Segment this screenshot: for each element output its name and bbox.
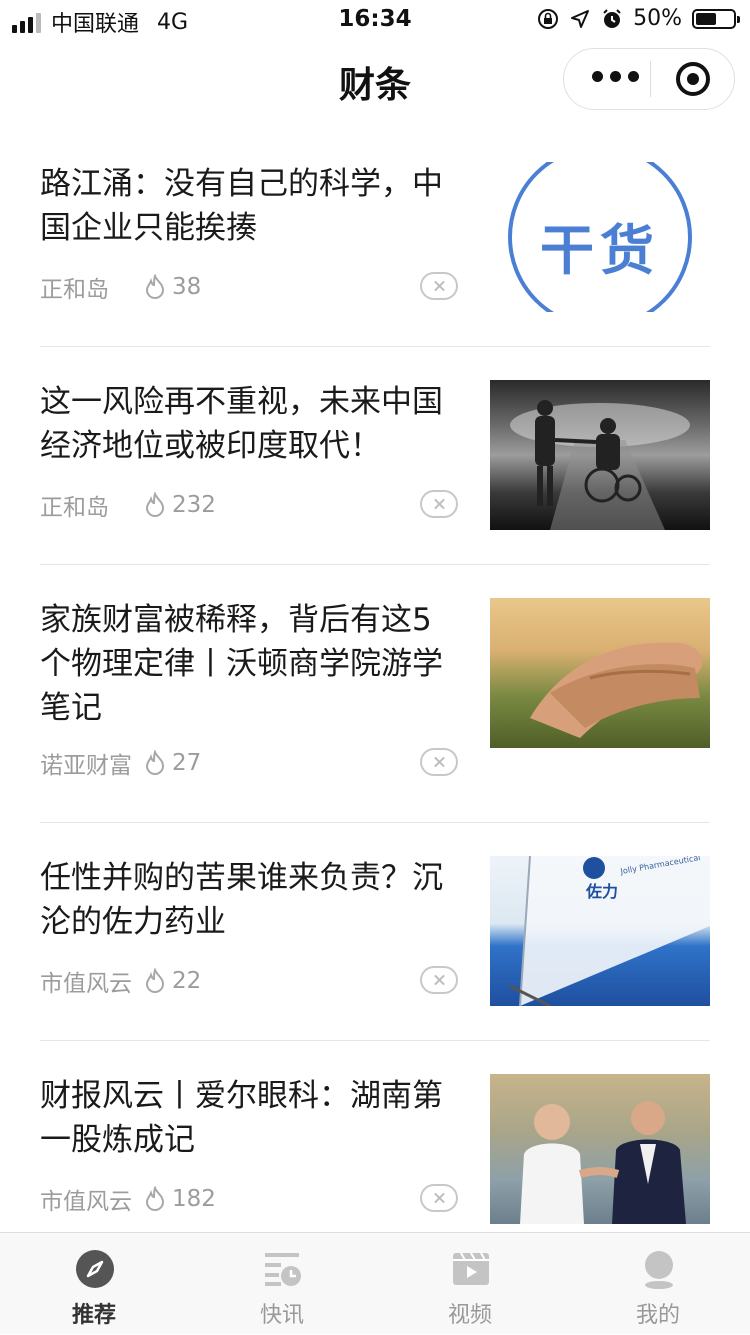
status-right: 50% [537,6,740,31]
article-card[interactable]: 任性并购的苦果谁来负责？沉沦的佐力药业 市值风云 22 佐力 Jolly Pha… [40,856,710,1036]
tab-video[interactable]: 视频 [376,1233,564,1335]
compass-icon [76,1250,114,1288]
article-source: 市值风云 [40,971,132,997]
flame-icon [145,1186,165,1211]
article-meta: 诺亚财富 27 [40,746,201,780]
rotation-lock-icon [538,8,559,29]
flame-icon [145,274,165,299]
tab-recommend[interactable]: 推荐 [0,1233,188,1335]
divider [40,346,710,347]
article-card[interactable]: 这一风险再不重视，未来中国经济地位或被印度取代！ 正和岛 232 [40,380,710,560]
tab-label: 推荐 [71,1303,116,1328]
tab-label: 快讯 [259,1303,304,1328]
article-card[interactable]: 财报风云丨爱尔眼科：湖南第一股炼成记 市值风云 182 [40,1074,710,1234]
thumbnail-photo [520,1101,686,1224]
battery-percent: 50% [633,6,682,31]
dismiss-button[interactable] [420,490,458,518]
dismiss-button[interactable] [420,272,458,300]
article-meta: 市值风云 182 [40,1182,216,1216]
article-card[interactable]: 路江涌：没有自己的科学，中国企业只能挨揍 正和岛 38 干货 [40,162,710,342]
capsule-divider [650,61,651,97]
tab-profile[interactable]: 我的 [564,1233,750,1335]
profile-icon [645,1251,673,1289]
divider [40,1040,710,1041]
tab-label: 我的 [635,1303,680,1328]
status-bar: 中国联通 4G 16:34 50% [0,0,750,40]
alarm-icon [603,8,621,28]
article-title[interactable]: 任性并购的苦果谁来负责？沉沦的佐力药业 [40,856,460,944]
tab-news[interactable]: 快讯 [188,1233,376,1335]
dismiss-button[interactable] [420,748,458,776]
article-title[interactable]: 财报风云丨爱尔眼科：湖南第一股炼成记 [40,1074,460,1162]
article-source: 诺亚财富 [40,753,132,779]
article-thumbnail[interactable] [490,598,710,748]
article-heat: 182 [172,1186,216,1212]
news-clock-icon [265,1253,301,1286]
article-source: 正和岛 [40,277,109,303]
article-thumbnail[interactable]: 佐力 Jolly Pharmaceutical [490,856,710,1006]
miniprogram-capsule [563,48,735,110]
article-title[interactable]: 路江涌：没有自己的科学，中国企业只能挨揍 [40,162,460,250]
article-heat: 22 [172,968,202,994]
article-thumbnail[interactable]: 干货 [490,162,710,312]
article-thumbnail[interactable] [490,380,710,530]
dismiss-button[interactable] [420,966,458,994]
article-title[interactable]: 这一风险再不重视，未来中国经济地位或被印度取代！ [40,380,460,468]
video-icon [453,1252,489,1285]
tab-bar: 推荐 快讯 视频 我的 [0,1232,750,1334]
dismiss-button[interactable] [420,1184,458,1212]
location-arrow-icon [571,9,590,28]
tab-label: 视频 [447,1303,492,1328]
thumbnail-logo-text: 佐力 [586,882,619,901]
article-source: 市值风云 [40,1189,132,1215]
article-thumbnail[interactable] [490,1074,710,1224]
article-heat: 38 [172,274,202,300]
article-meta: 正和岛 232 [40,488,216,522]
flame-icon [145,492,165,517]
thumbnail-photo [510,400,690,530]
thumbnail-photo [530,642,703,738]
divider [40,564,710,565]
battery-icon [692,8,740,29]
thumbnail-stamp-text: 干货 [540,218,660,282]
close-miniprogram-icon[interactable] [676,62,710,96]
more-icon[interactable] [592,71,639,82]
article-meta: 市值风云 22 [40,964,201,998]
navigation-bar: 财条 [0,40,750,126]
article-title[interactable]: 家族财富被稀释，背后有这5个物理定律丨沃顿商学院游学笔记 [40,598,460,730]
flame-icon [145,968,165,993]
article-meta: 正和岛 38 [40,270,201,304]
battery-fill [696,12,716,25]
article-card[interactable]: 家族财富被稀释，背后有这5个物理定律丨沃顿商学院游学笔记 诺亚财富 27 [40,598,710,818]
article-heat: 232 [172,492,216,518]
article-heat: 27 [172,750,202,776]
flame-icon [145,750,165,775]
article-source: 正和岛 [40,495,109,521]
divider [40,822,710,823]
